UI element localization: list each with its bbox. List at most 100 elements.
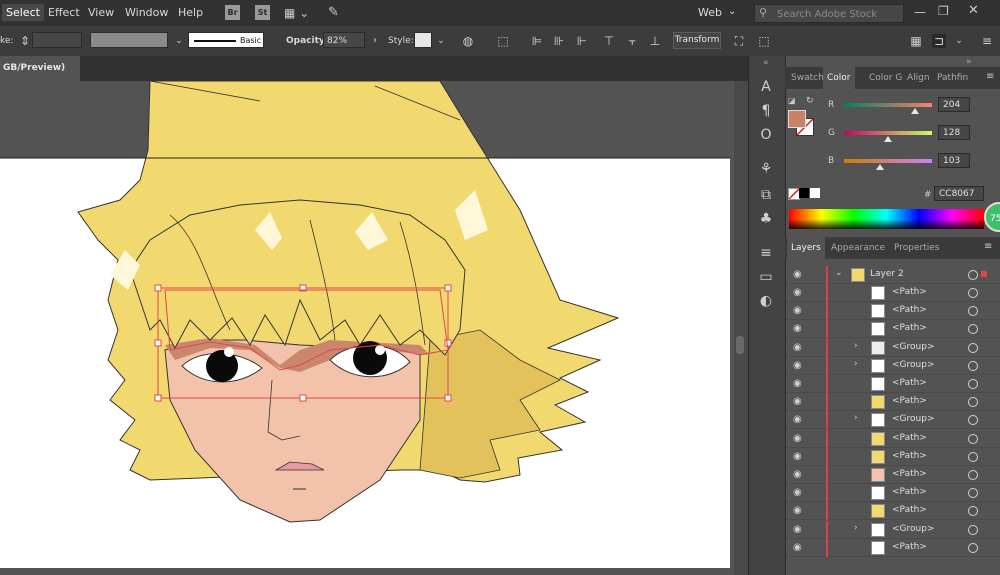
- chevron-down-icon[interactable]: ⌄: [172, 34, 186, 48]
- color-spectrum[interactable]: [789, 209, 984, 229]
- sublayer-name[interactable]: <Path>: [892, 433, 927, 443]
- scrollbar-thumb[interactable]: [736, 336, 744, 354]
- sublayer-name[interactable]: <Path>: [892, 487, 927, 497]
- visibility-eye-icon[interactable]: ◉: [793, 305, 802, 316]
- layer-sublayer-row[interactable]: ◉ › <Group>: [786, 338, 1000, 357]
- sublayer-name[interactable]: <Path>: [892, 451, 927, 461]
- panel-menu-icon[interactable]: ≡: [984, 241, 992, 252]
- layer-sublayer-row[interactable]: ◉ <Path>: [786, 466, 1000, 484]
- swap-colors-icon[interactable]: ↻: [806, 96, 814, 106]
- character-icon[interactable]: A: [757, 78, 775, 96]
- align-middle-icon[interactable]: ⫟: [625, 34, 639, 48]
- r-slider-thumb[interactable]: [911, 108, 919, 114]
- visibility-eye-icon[interactable]: ◉: [793, 414, 802, 425]
- chevron-down-icon[interactable]: ⌄: [728, 6, 736, 17]
- document-tab[interactable]: GB/Preview): [0, 56, 80, 81]
- b-slider-thumb[interactable]: [876, 164, 884, 170]
- arrange-icon[interactable]: ▦: [909, 34, 923, 48]
- target-circle-icon[interactable]: [968, 524, 978, 535]
- sublayer-name[interactable]: <Group>: [892, 524, 934, 534]
- target-circle-icon[interactable]: [968, 342, 978, 353]
- paragraph-icon[interactable]: ¶: [757, 102, 775, 120]
- layer-sublayer-row[interactable]: ◉ <Path>: [786, 502, 1000, 521]
- sublayer-name[interactable]: <Group>: [892, 360, 934, 370]
- close-icon[interactable]: ✕: [968, 3, 979, 18]
- layer-sublayer-row[interactable]: ◉ <Path>: [786, 375, 1000, 393]
- transparency-panel-icon[interactable]: ◐: [757, 292, 775, 310]
- hex-field[interactable]: CC8067: [934, 186, 984, 201]
- layer-sublayer-row[interactable]: ◉ <Path>: [786, 429, 1000, 448]
- target-circle-icon[interactable]: [968, 488, 978, 499]
- g-slider-thumb[interactable]: [884, 136, 892, 142]
- menu-window[interactable]: Window: [125, 6, 168, 19]
- target-circle-icon[interactable]: [968, 415, 978, 426]
- minimize-icon[interactable]: —: [914, 5, 926, 19]
- align-center-icon[interactable]: ⊪: [552, 34, 566, 48]
- stroke-panel-icon[interactable]: ≡: [757, 244, 775, 262]
- layer-sublayer-row[interactable]: ◉ <Path>: [786, 302, 1000, 321]
- opentype-icon[interactable]: O: [757, 126, 775, 144]
- hamburger-menu-icon[interactable]: ≡: [980, 34, 994, 48]
- align-left-icon[interactable]: ⊫: [530, 34, 544, 48]
- stock-icon[interactable]: St: [255, 5, 270, 20]
- align-top-icon[interactable]: ⊤: [602, 34, 616, 48]
- visibility-eye-icon[interactable]: ◉: [793, 524, 802, 535]
- isolate-icon[interactable]: ⛶: [732, 34, 746, 48]
- tab-color-guide[interactable]: Color G: [865, 67, 906, 89]
- expand-arrows-icon[interactable]: »: [966, 57, 972, 67]
- layer-sublayer-row[interactable]: ◉ › <Group>: [786, 411, 1000, 430]
- target-circle-icon[interactable]: [968, 433, 978, 444]
- visibility-eye-icon[interactable]: ◉: [793, 487, 802, 498]
- tab-pathfinder[interactable]: Pathfin: [933, 67, 972, 89]
- transform-button[interactable]: Transform: [673, 32, 721, 49]
- layer-sublayer-row[interactable]: ◉ › <Group>: [786, 520, 1000, 539]
- collapse-arrows-icon[interactable]: «: [763, 58, 769, 68]
- r-slider[interactable]: [844, 103, 932, 107]
- b-value-field[interactable]: 103: [938, 153, 970, 168]
- menu-view[interactable]: View: [88, 6, 114, 19]
- target-circle-icon[interactable]: [968, 470, 978, 480]
- visibility-eye-icon[interactable]: ◉: [793, 342, 802, 353]
- stroke-weight-field[interactable]: [32, 32, 82, 48]
- tab-color[interactable]: Color: [823, 67, 855, 89]
- chevron-right-icon[interactable]: ›: [368, 34, 382, 48]
- layer-sublayer-row[interactable]: ◉ <Path>: [786, 284, 1000, 302]
- brush-definition[interactable]: Basic: [188, 32, 264, 48]
- visibility-eye-icon[interactable]: ◉: [793, 269, 802, 280]
- layer-sublayer-row[interactable]: ◉ <Path>: [786, 393, 1000, 412]
- target-circle-icon[interactable]: [968, 360, 978, 371]
- chevron-right-icon[interactable]: ›: [854, 341, 858, 351]
- tab-properties[interactable]: Properties: [890, 237, 943, 259]
- gpu-performance-icon[interactable]: ✎: [328, 5, 339, 20]
- visibility-eye-icon[interactable]: ◉: [793, 433, 802, 444]
- b-slider[interactable]: [844, 159, 932, 163]
- character-illustration[interactable]: [0, 81, 748, 575]
- sublayer-name[interactable]: <Path>: [892, 323, 927, 333]
- g-value-field[interactable]: 128: [938, 125, 970, 140]
- bridge-icon[interactable]: Br: [225, 5, 240, 20]
- opacity-label[interactable]: Opacity:: [286, 36, 328, 46]
- menu-help[interactable]: Help: [178, 6, 203, 19]
- r-value-field[interactable]: 204: [938, 97, 970, 112]
- stroke-stepper-icon[interactable]: ⇕: [18, 34, 32, 48]
- panel-menu-icon[interactable]: ≡: [986, 71, 994, 82]
- align-bottom-icon[interactable]: ⊥: [648, 34, 662, 48]
- select-similar-icon[interactable]: ⬚: [757, 34, 771, 48]
- chevron-right-icon[interactable]: ›: [854, 413, 858, 423]
- variable-width-profile[interactable]: [90, 32, 168, 48]
- layer-sublayer-row[interactable]: ◉ <Path>: [786, 538, 1000, 557]
- tab-align[interactable]: Align: [903, 67, 934, 89]
- target-circle-icon[interactable]: [968, 542, 978, 553]
- visibility-eye-icon[interactable]: ◉: [793, 505, 802, 516]
- visibility-eye-icon[interactable]: ◉: [793, 469, 802, 480]
- search-stock[interactable]: ⚲: [754, 4, 904, 23]
- sublayer-name[interactable]: <Path>: [892, 378, 927, 388]
- visibility-eye-icon[interactable]: ◉: [793, 378, 802, 389]
- layer-sublayer-row[interactable]: ◉ <Path>: [786, 484, 1000, 503]
- chevron-down-icon[interactable]: ⌄: [835, 268, 843, 278]
- target-circle-icon[interactable]: [968, 306, 978, 317]
- recolor-artwork-icon[interactable]: ◍: [461, 34, 475, 48]
- sublayer-name[interactable]: <Path>: [892, 305, 927, 315]
- target-circle-icon[interactable]: [968, 270, 978, 280]
- sublayer-name[interactable]: <Group>: [892, 342, 934, 352]
